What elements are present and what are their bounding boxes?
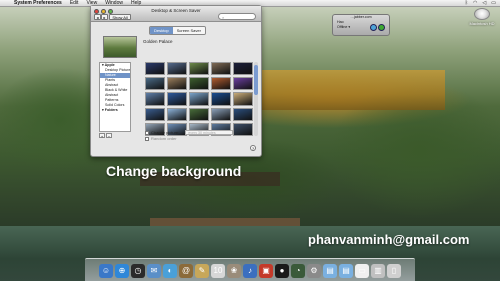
help-button[interactable]: ?: [250, 145, 256, 151]
wallpaper-thumbnail[interactable]: [145, 62, 165, 76]
forward-button[interactable]: ▸: [101, 14, 108, 20]
source-list: ▾ Apple Desktop Pictures Nature Plants Abstr…: [99, 62, 131, 132]
applications-folder-icon[interactable]: ▤: [323, 264, 337, 278]
menu-app-name[interactable]: System Preferences: [10, 0, 66, 6]
desktop-screensaver-window: Desktop & Screen Saver ◂ ▸ Show All ⌕ De…: [90, 5, 262, 157]
bluetooth-icon[interactable]: ᛒ: [465, 0, 468, 6]
scrollbar-knob[interactable]: [254, 65, 258, 95]
photo-booth-icon[interactable]: ●: [275, 264, 289, 278]
wallpaper-thumbnail[interactable]: [233, 107, 253, 121]
documents-folder-icon[interactable]: ▤: [339, 264, 353, 278]
source-list-item[interactable]: ▾ Folders: [100, 108, 130, 113]
change-interval-select[interactable]: every 30 minutes: [185, 130, 234, 135]
time-machine-icon[interactable]: ◔: [291, 264, 305, 278]
overlay-email: phanvanminh@gmail.com: [308, 232, 470, 247]
front-row-icon[interactable]: ▣: [259, 264, 273, 278]
source-list-controls: + −: [99, 133, 112, 139]
wallpaper-thumbnail[interactable]: [145, 107, 165, 121]
wallpaper-thumbnail[interactable]: [167, 107, 187, 121]
random-order-row: Random order: [145, 136, 177, 141]
change-picture-row: Change picture: every 30 minutes: [145, 130, 234, 135]
iphoto-icon[interactable]: ❀: [227, 264, 241, 278]
wallpaper-thumbnail[interactable]: [233, 77, 253, 91]
mail-icon[interactable]: ✉: [147, 264, 161, 278]
tab-screen-saver[interactable]: Screen Saver: [172, 27, 205, 34]
back-button[interactable]: ◂: [94, 14, 101, 20]
search-icon: ⌕: [222, 15, 225, 20]
chat-status-widget[interactable]: …jabber.com Hao Offline ▾: [332, 14, 390, 36]
wallpaper-thumbnail[interactable]: [145, 92, 165, 106]
hard-drive-label[interactable]: Macintosh HD: [466, 21, 498, 26]
dashboard-icon[interactable]: ◷: [131, 264, 145, 278]
wallpaper-thumbnail[interactable]: [167, 92, 187, 106]
wallpaper-golden-pavilion: [255, 70, 445, 110]
address-book-icon[interactable]: @: [179, 264, 193, 278]
wallpaper-thumbnail[interactable]: [211, 77, 231, 91]
hard-drive-icon[interactable]: [474, 8, 490, 20]
trash-icon[interactable]: ▯: [387, 264, 401, 278]
add-folder-button[interactable]: +: [99, 133, 105, 139]
tab-bar: Desktop Screen Saver: [149, 26, 206, 35]
wallpaper-thumbnail[interactable]: [233, 122, 253, 136]
current-wallpaper-name: Golden Palace: [143, 39, 173, 44]
remove-folder-button[interactable]: −: [106, 133, 112, 139]
wallpaper-thumbnail[interactable]: [211, 92, 231, 106]
finder-icon[interactable]: ☺: [99, 264, 113, 278]
wallpaper-thumbnail[interactable]: [145, 77, 165, 91]
wallpaper-thumbnail[interactable]: [189, 62, 209, 76]
wallpaper-thumbnail[interactable]: [167, 77, 187, 91]
show-all-button[interactable]: Show All: [109, 14, 131, 20]
stack-icon[interactable]: ▥: [371, 264, 385, 278]
video-chat-icon[interactable]: [370, 24, 377, 31]
wallpaper-thumbnail[interactable]: [189, 77, 209, 91]
ichat-icon[interactable]: ◐: [163, 264, 177, 278]
menu-bar-extras: ᛒ ◠ ◁ ▭: [465, 0, 500, 6]
wallpaper-thumbnail[interactable]: [167, 62, 187, 76]
wallpaper-thumbnail[interactable]: [211, 107, 231, 121]
tab-desktop[interactable]: Desktop: [150, 27, 173, 34]
overlay-caption: Change background: [106, 163, 242, 179]
wifi-icon[interactable]: ◠: [473, 0, 477, 6]
random-order-label: Random order: [151, 136, 177, 141]
battery-icon[interactable]: ▭: [491, 0, 496, 6]
change-picture-label: Change picture:: [151, 130, 180, 135]
wallpaper-thumbnail[interactable]: [233, 62, 253, 76]
phone-icon[interactable]: [378, 24, 385, 31]
wallpaper-thumbnail[interactable]: [189, 92, 209, 106]
safari-icon[interactable]: ⊕: [115, 264, 129, 278]
ical-icon[interactable]: 10: [211, 264, 225, 278]
wallpaper-thumbnail[interactable]: [233, 92, 253, 106]
notes-icon[interactable]: ✎: [195, 264, 209, 278]
document-icon[interactable]: ▭: [355, 264, 369, 278]
menu-edit[interactable]: Edit: [66, 0, 83, 6]
window-titlebar[interactable]: Desktop & Screen Saver ◂ ▸ Show All ⌕: [91, 6, 261, 22]
wallpaper-thumbnail[interactable]: [211, 62, 231, 76]
search-input[interactable]: ⌕: [218, 13, 256, 20]
system-preferences-icon[interactable]: ⚙: [307, 264, 321, 278]
current-wallpaper-preview: [103, 36, 137, 58]
dock: ☺ ⊕ ◷ ✉ ◐ @ ✎ 10 ❀ ♪ ▣ ● ◔ ⚙ ▤ ▤ ▭ ▥ ▯: [85, 258, 415, 281]
itunes-icon[interactable]: ♪: [243, 264, 257, 278]
random-order-checkbox[interactable]: [145, 136, 149, 141]
wallpaper-thumbnail[interactable]: [189, 107, 209, 121]
grid-scrollbar[interactable]: [254, 62, 258, 136]
volume-icon[interactable]: ◁: [482, 0, 486, 6]
change-picture-checkbox[interactable]: [145, 130, 149, 135]
wallpaper-grid: [145, 62, 253, 136]
